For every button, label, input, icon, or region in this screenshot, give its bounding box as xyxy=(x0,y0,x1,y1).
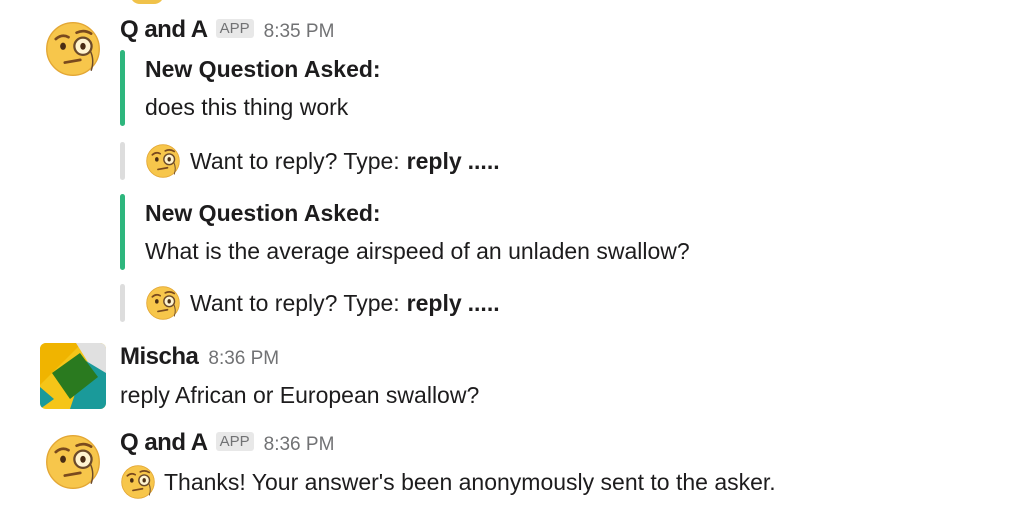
face-with-monocle-icon[interactable] xyxy=(44,433,102,491)
author-name[interactable]: Q and A xyxy=(120,16,208,44)
timestamp[interactable]: 8:36 PM xyxy=(264,434,335,456)
attachment-title: New Question Asked: xyxy=(145,200,381,226)
attachment-bar xyxy=(120,194,125,270)
attachment-bar xyxy=(120,142,125,180)
app-badge: APP xyxy=(215,19,254,38)
reply-keyword: reply xyxy=(406,289,462,316)
reply-prompt: Want to reply? Type: xyxy=(190,147,400,174)
attachment-bar xyxy=(120,50,125,126)
attachment-bar xyxy=(120,284,125,322)
attachment-text: does this thing work xyxy=(145,94,349,120)
reply-keyword: reply xyxy=(406,147,462,174)
author-name[interactable]: Mischa xyxy=(120,343,199,371)
timestamp[interactable]: 8:35 PM xyxy=(264,21,335,43)
face-with-monocle-icon[interactable] xyxy=(44,20,102,78)
reply-prompt: Want to reply? Type: xyxy=(190,289,400,316)
message-header: Q and A APP 8:36 PM xyxy=(120,429,334,457)
message-header: Q and A APP 8:35 PM xyxy=(120,16,334,44)
previous-message-fragment xyxy=(130,0,164,4)
attachment-title: New Question Asked: xyxy=(145,56,381,82)
question-attachment: New Question Asked: What is the average … xyxy=(120,194,690,270)
reply-suffix: ..... xyxy=(467,147,500,174)
geometric-avatar-icon xyxy=(40,343,106,409)
reply-hint: Want to reply? Type: reply ..... xyxy=(145,142,500,180)
app-badge: APP xyxy=(215,432,254,451)
question-attachment: New Question Asked: does this thing work xyxy=(120,50,381,126)
face-with-monocle-icon xyxy=(145,285,181,321)
message-header: Mischa 8:36 PM xyxy=(120,343,279,371)
timestamp[interactable]: 8:36 PM xyxy=(208,348,279,370)
message-body: Thanks! Your answer's been anonymously s… xyxy=(164,468,776,495)
avatar[interactable] xyxy=(40,343,106,409)
message-text: Thanks! Your answer's been anonymously s… xyxy=(120,462,776,502)
attachment-text: What is the average airspeed of an unlad… xyxy=(145,238,690,264)
reply-suffix: ..... xyxy=(467,289,500,316)
author-name[interactable]: Q and A xyxy=(120,429,208,457)
reply-hint-attachment: Want to reply? Type: reply ..... xyxy=(120,142,500,180)
face-with-monocle-icon xyxy=(145,143,181,179)
reply-hint: Want to reply? Type: reply ..... xyxy=(145,284,500,322)
reply-hint-attachment: Want to reply? Type: reply ..... xyxy=(120,284,500,322)
face-with-monocle-icon xyxy=(120,464,156,500)
message-text: reply African or European swallow? xyxy=(120,381,480,408)
